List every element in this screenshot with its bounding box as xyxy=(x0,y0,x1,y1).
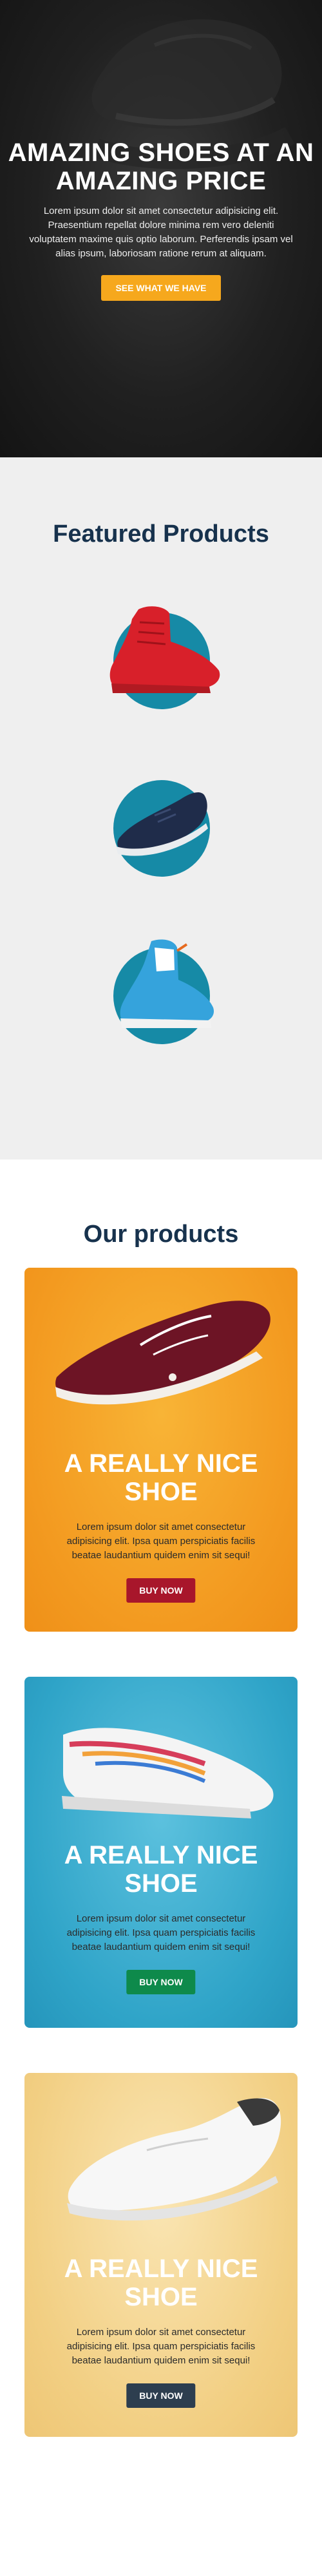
burgundy-skate-shoe-image xyxy=(55,1301,270,1405)
hero-title: AMAZING SHOES AT AN AMAZING PRICE xyxy=(8,138,314,195)
featured-products-title: Featured Products xyxy=(53,520,269,548)
featured-product-item[interactable] xyxy=(0,587,322,722)
blue-high-top-sneaker-image xyxy=(120,939,214,1028)
product-card: A REALLY NICE SHOE Lorem ipsum dolor sit… xyxy=(24,1677,298,2028)
product-card-description: Lorem ipsum dolor sit amet consectetur a… xyxy=(66,2327,256,2366)
featured-products-section: Featured Products xyxy=(0,457,322,1159)
buy-now-button[interactable]: BUY NOW xyxy=(126,2383,196,2408)
our-products-title: Our products xyxy=(83,1221,239,1248)
hero-section: AMAZING SHOES AT AN AMAZING PRICE Lorem … xyxy=(0,0,322,457)
product-card-title: A REALLY NICE SHOE xyxy=(64,1449,258,1506)
see-what-we-have-button[interactable]: SEE WHAT WE HAVE xyxy=(101,275,221,301)
product-card-title: A REALLY NICE SHOE xyxy=(64,1841,258,1898)
product-card-title: A REALLY NICE SHOE xyxy=(64,2255,258,2311)
buy-now-button[interactable]: BUY NOW xyxy=(126,1970,196,1994)
product-card: A REALLY NICE SHOE Lorem ipsum dolor sit… xyxy=(24,1268,298,1632)
product-card-description: Lorem ipsum dolor sit amet consectetur a… xyxy=(66,1913,256,1952)
white-leather-sneaker-image xyxy=(67,2098,281,2221)
our-products-section: Our products A REALLY NICE SHOE Lorem ip… xyxy=(0,1159,322,2437)
product-card: A REALLY NICE SHOE Lorem ipsum dolor sit… xyxy=(24,2073,298,2437)
product-card-description: Lorem ipsum dolor sit amet consectetur a… xyxy=(66,1522,256,1561)
hero-description: Lorem ipsum dolor sit amet consectetur a… xyxy=(29,205,293,259)
featured-product-item[interactable] xyxy=(0,922,322,1057)
red-sneaker-image xyxy=(109,606,220,693)
featured-product-item[interactable] xyxy=(0,754,322,890)
buy-now-button[interactable]: BUY NOW xyxy=(126,1578,196,1603)
navy-running-shoe-image xyxy=(116,792,208,856)
white-patterned-sneaker-image xyxy=(62,1728,274,1818)
